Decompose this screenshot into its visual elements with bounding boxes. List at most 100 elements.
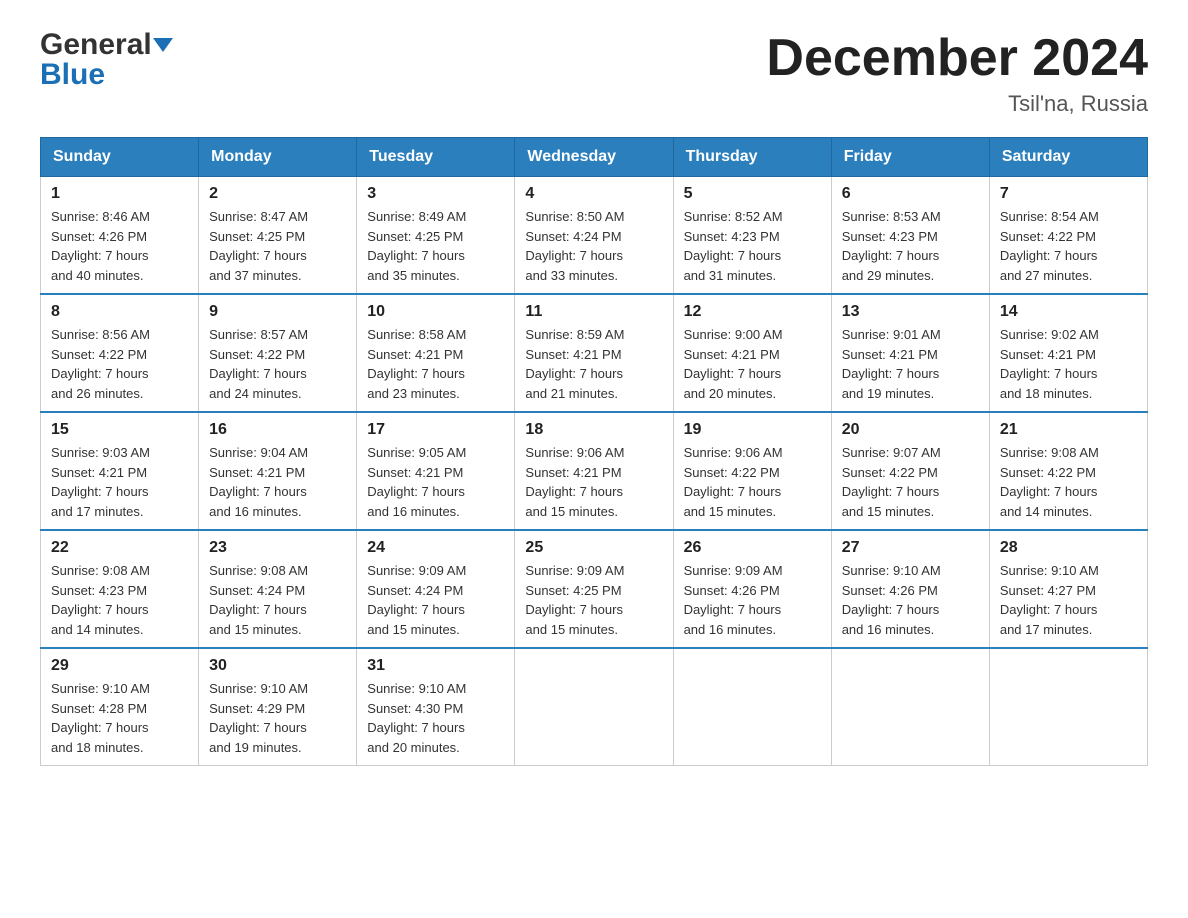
day-info: Sunrise: 9:08 AM Sunset: 4:23 PM Dayligh… — [51, 561, 188, 639]
day-info: Sunrise: 8:56 AM Sunset: 4:22 PM Dayligh… — [51, 325, 188, 403]
day-number: 9 — [209, 303, 346, 321]
calendar-day-cell: 9Sunrise: 8:57 AM Sunset: 4:22 PM Daylig… — [199, 294, 357, 412]
calendar-day-cell: 6 Sunrise: 8:53 AM Sunset: 4:23 PM Daylig… — [831, 177, 989, 295]
calendar-day-cell: 12 Sunrise: 9:00 AM Sunset: 4:21 PM Dayli… — [673, 294, 831, 412]
calendar-day-cell: 1 Sunrise: 8:46 AM Sunset: 4:26 PM Daylig… — [41, 177, 199, 295]
calendar-day-cell: 15 Sunrise: 9:03 AM Sunset: 4:21 PM Dayli… — [41, 412, 199, 530]
day-number: 20 — [842, 421, 979, 439]
day-number: 30 — [209, 657, 346, 675]
calendar-day-cell: 22 Sunrise: 9:08 AM Sunset: 4:23 PM Dayli… — [41, 530, 199, 648]
day-info: Sunrise: 9:05 AM Sunset: 4:21 PM Dayligh… — [367, 443, 504, 521]
calendar-table: SundayMondayTuesdayWednesdayThursdayFrid… — [40, 137, 1148, 766]
day-info: Sunrise: 9:09 AM Sunset: 4:25 PM Dayligh… — [525, 561, 662, 639]
day-info: Sunrise: 8:53 AM Sunset: 4:23 PM Dayligh… — [842, 207, 979, 285]
day-info: Sunrise: 9:10 AM Sunset: 4:30 PM Dayligh… — [367, 679, 504, 757]
day-info: Sunrise: 9:03 AM Sunset: 4:21 PM Dayligh… — [51, 443, 188, 521]
day-number: 17 — [367, 421, 504, 439]
day-info: Sunrise: 9:00 AM Sunset: 4:21 PM Dayligh… — [684, 325, 821, 403]
location-subtitle: Tsil'na, Russia — [766, 91, 1148, 117]
day-of-week-header: Sunday — [41, 138, 199, 177]
day-info: Sunrise: 8:46 AM Sunset: 4:26 PM Dayligh… — [51, 207, 188, 285]
calendar-day-cell: 14Sunrise: 9:02 AM Sunset: 4:21 PM Dayli… — [989, 294, 1147, 412]
day-number: 13 — [842, 303, 979, 321]
day-info: Sunrise: 9:01 AM Sunset: 4:21 PM Dayligh… — [842, 325, 979, 403]
calendar-day-cell: 2 Sunrise: 8:47 AM Sunset: 4:25 PM Daylig… — [199, 177, 357, 295]
day-info: Sunrise: 9:04 AM Sunset: 4:21 PM Dayligh… — [209, 443, 346, 521]
title-section: December 2024 Tsil'na, Russia — [766, 30, 1148, 117]
day-info: Sunrise: 8:59 AM Sunset: 4:21 PM Dayligh… — [525, 325, 662, 403]
day-number: 7 — [1000, 185, 1137, 203]
day-number: 24 — [367, 539, 504, 557]
day-of-week-header: Saturday — [989, 138, 1147, 177]
calendar-day-cell: 24 Sunrise: 9:09 AM Sunset: 4:24 PM Dayli… — [357, 530, 515, 648]
day-info: Sunrise: 9:10 AM Sunset: 4:26 PM Dayligh… — [842, 561, 979, 639]
calendar-day-cell: 26 Sunrise: 9:09 AM Sunset: 4:26 PM Dayli… — [673, 530, 831, 648]
logo-triangle-icon — [153, 38, 173, 52]
day-number: 26 — [684, 539, 821, 557]
calendar-day-cell: 7 Sunrise: 8:54 AM Sunset: 4:22 PM Daylig… — [989, 177, 1147, 295]
day-info: Sunrise: 8:52 AM Sunset: 4:23 PM Dayligh… — [684, 207, 821, 285]
logo-general-text: General — [40, 30, 152, 60]
day-info: Sunrise: 9:08 AM Sunset: 4:24 PM Dayligh… — [209, 561, 346, 639]
day-of-week-header: Thursday — [673, 138, 831, 177]
day-info: Sunrise: 9:06 AM Sunset: 4:21 PM Dayligh… — [525, 443, 662, 521]
calendar-day-cell: 29Sunrise: 9:10 AM Sunset: 4:28 PM Dayli… — [41, 648, 199, 766]
calendar-day-cell: 10 Sunrise: 8:58 AM Sunset: 4:21 PM Dayli… — [357, 294, 515, 412]
day-info: Sunrise: 8:47 AM Sunset: 4:25 PM Dayligh… — [209, 207, 346, 285]
calendar-day-cell: 3 Sunrise: 8:49 AM Sunset: 4:25 PM Daylig… — [357, 177, 515, 295]
month-year-title: December 2024 — [766, 30, 1148, 87]
day-number: 1 — [51, 185, 188, 203]
calendar-day-cell: 13 Sunrise: 9:01 AM Sunset: 4:21 PM Dayli… — [831, 294, 989, 412]
day-info: Sunrise: 9:08 AM Sunset: 4:22 PM Dayligh… — [1000, 443, 1137, 521]
day-number: 29 — [51, 657, 188, 675]
day-info: Sunrise: 8:49 AM Sunset: 4:25 PM Dayligh… — [367, 207, 504, 285]
day-number: 31 — [367, 657, 504, 675]
day-number: 23 — [209, 539, 346, 557]
calendar-day-cell: 27Sunrise: 9:10 AM Sunset: 4:26 PM Dayli… — [831, 530, 989, 648]
calendar-week-row: 8Sunrise: 8:56 AM Sunset: 4:22 PM Daylig… — [41, 294, 1148, 412]
day-number: 19 — [684, 421, 821, 439]
day-number: 18 — [525, 421, 662, 439]
day-of-week-header: Tuesday — [357, 138, 515, 177]
day-number: 28 — [1000, 539, 1137, 557]
calendar-day-cell: 18 Sunrise: 9:06 AM Sunset: 4:21 PM Dayli… — [515, 412, 673, 530]
day-info: Sunrise: 8:50 AM Sunset: 4:24 PM Dayligh… — [525, 207, 662, 285]
page-header: General Blue December 2024 Tsil'na, Russ… — [40, 30, 1148, 117]
calendar-day-cell: 19 Sunrise: 9:06 AM Sunset: 4:22 PM Dayli… — [673, 412, 831, 530]
calendar-week-row: 22 Sunrise: 9:08 AM Sunset: 4:23 PM Dayli… — [41, 530, 1148, 648]
day-number: 6 — [842, 185, 979, 203]
calendar-day-cell: 20 Sunrise: 9:07 AM Sunset: 4:22 PM Dayli… — [831, 412, 989, 530]
calendar-day-cell: 28 Sunrise: 9:10 AM Sunset: 4:27 PM Dayli… — [989, 530, 1147, 648]
day-info: Sunrise: 9:09 AM Sunset: 4:26 PM Dayligh… — [684, 561, 821, 639]
calendar-day-cell — [515, 648, 673, 766]
day-number: 12 — [684, 303, 821, 321]
day-number: 22 — [51, 539, 188, 557]
day-number: 15 — [51, 421, 188, 439]
day-number: 25 — [525, 539, 662, 557]
day-number: 2 — [209, 185, 346, 203]
day-info: Sunrise: 8:58 AM Sunset: 4:21 PM Dayligh… — [367, 325, 504, 403]
day-info: Sunrise: 9:10 AM Sunset: 4:29 PM Dayligh… — [209, 679, 346, 757]
calendar-day-cell: 11Sunrise: 8:59 AM Sunset: 4:21 PM Dayli… — [515, 294, 673, 412]
day-number: 16 — [209, 421, 346, 439]
day-info: Sunrise: 9:02 AM Sunset: 4:21 PM Dayligh… — [1000, 325, 1137, 403]
day-info: Sunrise: 9:09 AM Sunset: 4:24 PM Dayligh… — [367, 561, 504, 639]
calendar-week-row: 29Sunrise: 9:10 AM Sunset: 4:28 PM Dayli… — [41, 648, 1148, 766]
day-number: 3 — [367, 185, 504, 203]
calendar-day-cell: 31 Sunrise: 9:10 AM Sunset: 4:30 PM Dayli… — [357, 648, 515, 766]
day-info: Sunrise: 8:54 AM Sunset: 4:22 PM Dayligh… — [1000, 207, 1137, 285]
calendar-day-cell: 8Sunrise: 8:56 AM Sunset: 4:22 PM Daylig… — [41, 294, 199, 412]
day-info: Sunrise: 9:07 AM Sunset: 4:22 PM Dayligh… — [842, 443, 979, 521]
calendar-week-row: 15 Sunrise: 9:03 AM Sunset: 4:21 PM Dayli… — [41, 412, 1148, 530]
day-number: 10 — [367, 303, 504, 321]
day-info: Sunrise: 9:06 AM Sunset: 4:22 PM Dayligh… — [684, 443, 821, 521]
calendar-day-cell: 23 Sunrise: 9:08 AM Sunset: 4:24 PM Dayli… — [199, 530, 357, 648]
day-of-week-header: Wednesday — [515, 138, 673, 177]
calendar-week-row: 1 Sunrise: 8:46 AM Sunset: 4:26 PM Daylig… — [41, 177, 1148, 295]
logo: General Blue — [40, 30, 173, 90]
day-info: Sunrise: 9:10 AM Sunset: 4:27 PM Dayligh… — [1000, 561, 1137, 639]
calendar-day-cell: 25 Sunrise: 9:09 AM Sunset: 4:25 PM Dayli… — [515, 530, 673, 648]
calendar-day-cell: 16 Sunrise: 9:04 AM Sunset: 4:21 PM Dayli… — [199, 412, 357, 530]
calendar-day-cell — [831, 648, 989, 766]
calendar-day-cell: 4Sunrise: 8:50 AM Sunset: 4:24 PM Daylig… — [515, 177, 673, 295]
